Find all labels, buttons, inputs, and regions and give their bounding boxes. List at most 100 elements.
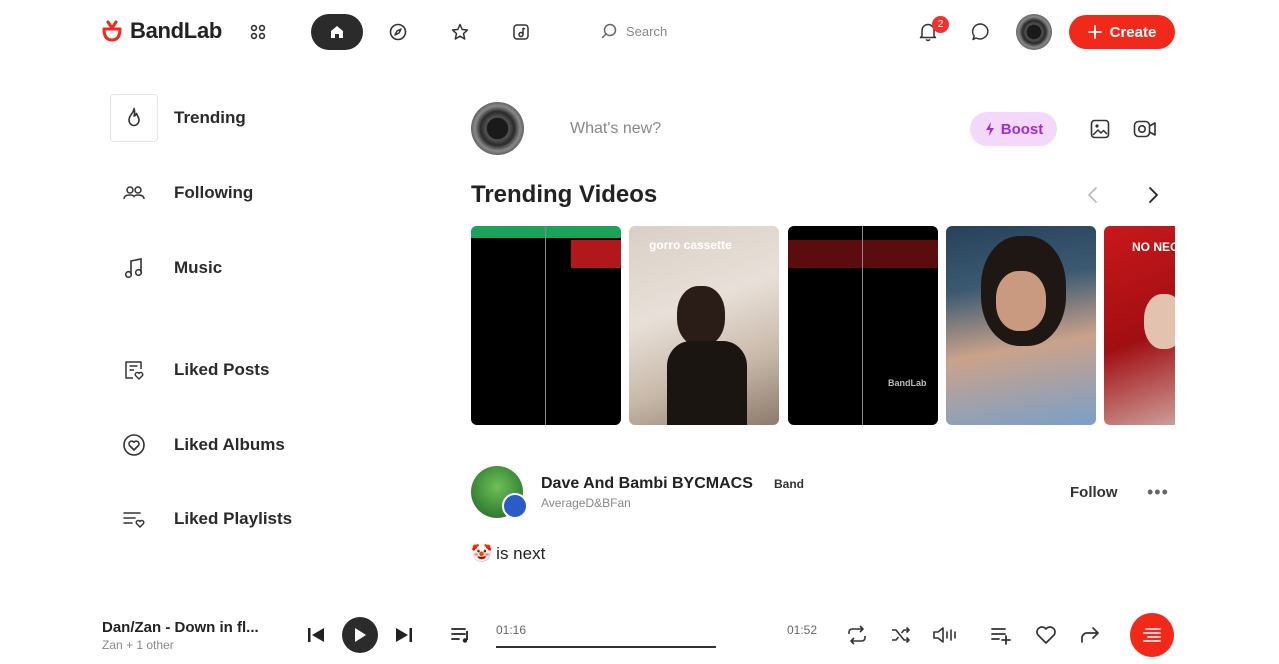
heart-circle-icon [110,421,158,469]
person-face [996,271,1046,331]
track-artist[interactable]: Zan + 1 other [102,638,174,652]
follow-button[interactable]: Follow [1070,484,1118,501]
duration-time: 01:52 [787,623,818,637]
sidebar-item-following[interactable]: Following [110,169,350,217]
play-icon [353,627,367,643]
chevron-right-icon [1146,186,1160,204]
featured-nav-button[interactable] [434,14,486,50]
trending-videos-carousel: gorro cassette BandLab NO NEO [471,226,1175,425]
plus-icon [1087,25,1102,39]
playlist-icon [450,625,472,645]
explore-nav-button[interactable] [372,14,424,50]
sidebar-item-trending[interactable]: Trending [110,94,350,142]
sidebar-item-label: Liked Albums [174,435,285,454]
search-bar[interactable]: Search [600,22,667,40]
search-placeholder: Search [626,23,668,39]
liked-playlist-icon [110,495,158,543]
post-text: is next [496,544,546,563]
composer-avatar [471,102,524,155]
sidebar-item-label: Trending [174,108,246,127]
whats-new-input[interactable]: What's new? [570,120,661,138]
heart-icon [1035,625,1057,645]
playlist-button[interactable] [447,621,475,649]
apps-grid-icon[interactable] [232,14,284,50]
video-thumbnail[interactable]: gorro cassette [629,226,779,425]
chevron-left-icon [1086,186,1100,204]
liked-posts-icon [110,346,158,394]
carousel-next-button[interactable] [1146,186,1160,204]
progress-slider[interactable] [496,646,716,648]
boost-label: Boost [1000,120,1044,138]
sidebar-item-label: Liked Posts [174,360,270,379]
elapsed-time: 01:16 [496,623,527,637]
home-icon [329,24,345,40]
video-thumbnail[interactable] [946,226,1096,425]
compass-icon [389,23,407,41]
messages-button[interactable] [971,22,991,42]
video-camera-icon [1133,120,1157,138]
video-thumbnail[interactable]: BandLab [788,226,938,425]
user-avatar[interactable] [1016,14,1052,50]
share-button[interactable] [1076,621,1104,649]
skip-back-icon [306,626,326,644]
shuffle-button[interactable] [887,621,915,649]
sidebar-item-liked-albums[interactable]: Liked Albums [110,421,350,469]
skip-forward-icon [394,626,414,644]
bandlab-logo-icon [100,20,124,42]
more-options-button[interactable]: ••• [1147,482,1169,503]
logo-text: BandLab [130,18,223,43]
post-author-handle[interactable]: AverageD&BFan [541,496,631,510]
studio-nav-button[interactable] [495,14,547,50]
shuffle-icon [890,625,912,645]
volume-icon [932,625,958,645]
music-note-icon [110,244,158,292]
video-thumbnail[interactable] [471,226,621,425]
users-icon [110,169,158,217]
notification-badge: 2 [932,16,949,33]
image-icon [1090,119,1110,139]
repeat-button[interactable] [843,621,871,649]
queue-list-icon [1142,627,1162,643]
person-figure [677,286,725,346]
notifications-button[interactable]: 2 [919,16,949,42]
red-track-block [788,240,938,268]
share-arrow-icon [1079,625,1101,645]
add-video-button[interactable] [1133,120,1157,138]
queue-button[interactable] [1130,613,1174,657]
create-button[interactable]: Create [1069,15,1175,49]
post-body: 🤡 is next [471,544,545,564]
add-image-button[interactable] [1090,119,1110,139]
add-to-playlist-button[interactable] [987,621,1015,649]
add-to-playlist-icon [990,625,1012,645]
play-button[interactable] [342,617,378,653]
thumbnail-caption: NO NEO [1132,240,1175,254]
thumbnail-caption: gorro cassette [649,238,732,252]
sidebar-item-music[interactable]: Music [110,244,350,292]
playhead-line [545,226,546,425]
volume-button[interactable] [931,621,959,649]
person-body [667,341,747,425]
studio-icon [512,23,530,41]
sidebar-item-label: Following [174,183,254,202]
search-icon [600,22,618,40]
track-title[interactable]: Dan/Zan - Down in fl... [102,619,259,636]
bandlab-logo[interactable]: BandLab [100,18,222,44]
sidebar-item-liked-posts[interactable]: Liked Posts [110,346,350,394]
video-thumbnail[interactable]: NO NEO [1104,226,1175,425]
post-author-name[interactable]: Dave And Bambi BYCMACS [541,475,753,493]
sidebar-item-liked-playlists[interactable]: Liked Playlists [110,495,350,543]
star-icon [451,23,469,41]
like-button[interactable] [1032,621,1060,649]
band-badge-avatar [502,493,528,519]
boost-button[interactable]: Boost [970,112,1057,146]
thumbnail-caption: BandLab [888,378,927,388]
next-track-button[interactable] [390,621,418,649]
previous-track-button[interactable] [302,621,330,649]
playhead-line [862,226,863,425]
repeat-icon [846,625,868,645]
chat-bubble-icon [971,22,991,42]
flame-icon [110,94,158,142]
carousel-prev-button[interactable] [1086,186,1100,204]
home-nav-button[interactable] [311,14,363,50]
clown-emoji: 🤡 [471,544,493,563]
